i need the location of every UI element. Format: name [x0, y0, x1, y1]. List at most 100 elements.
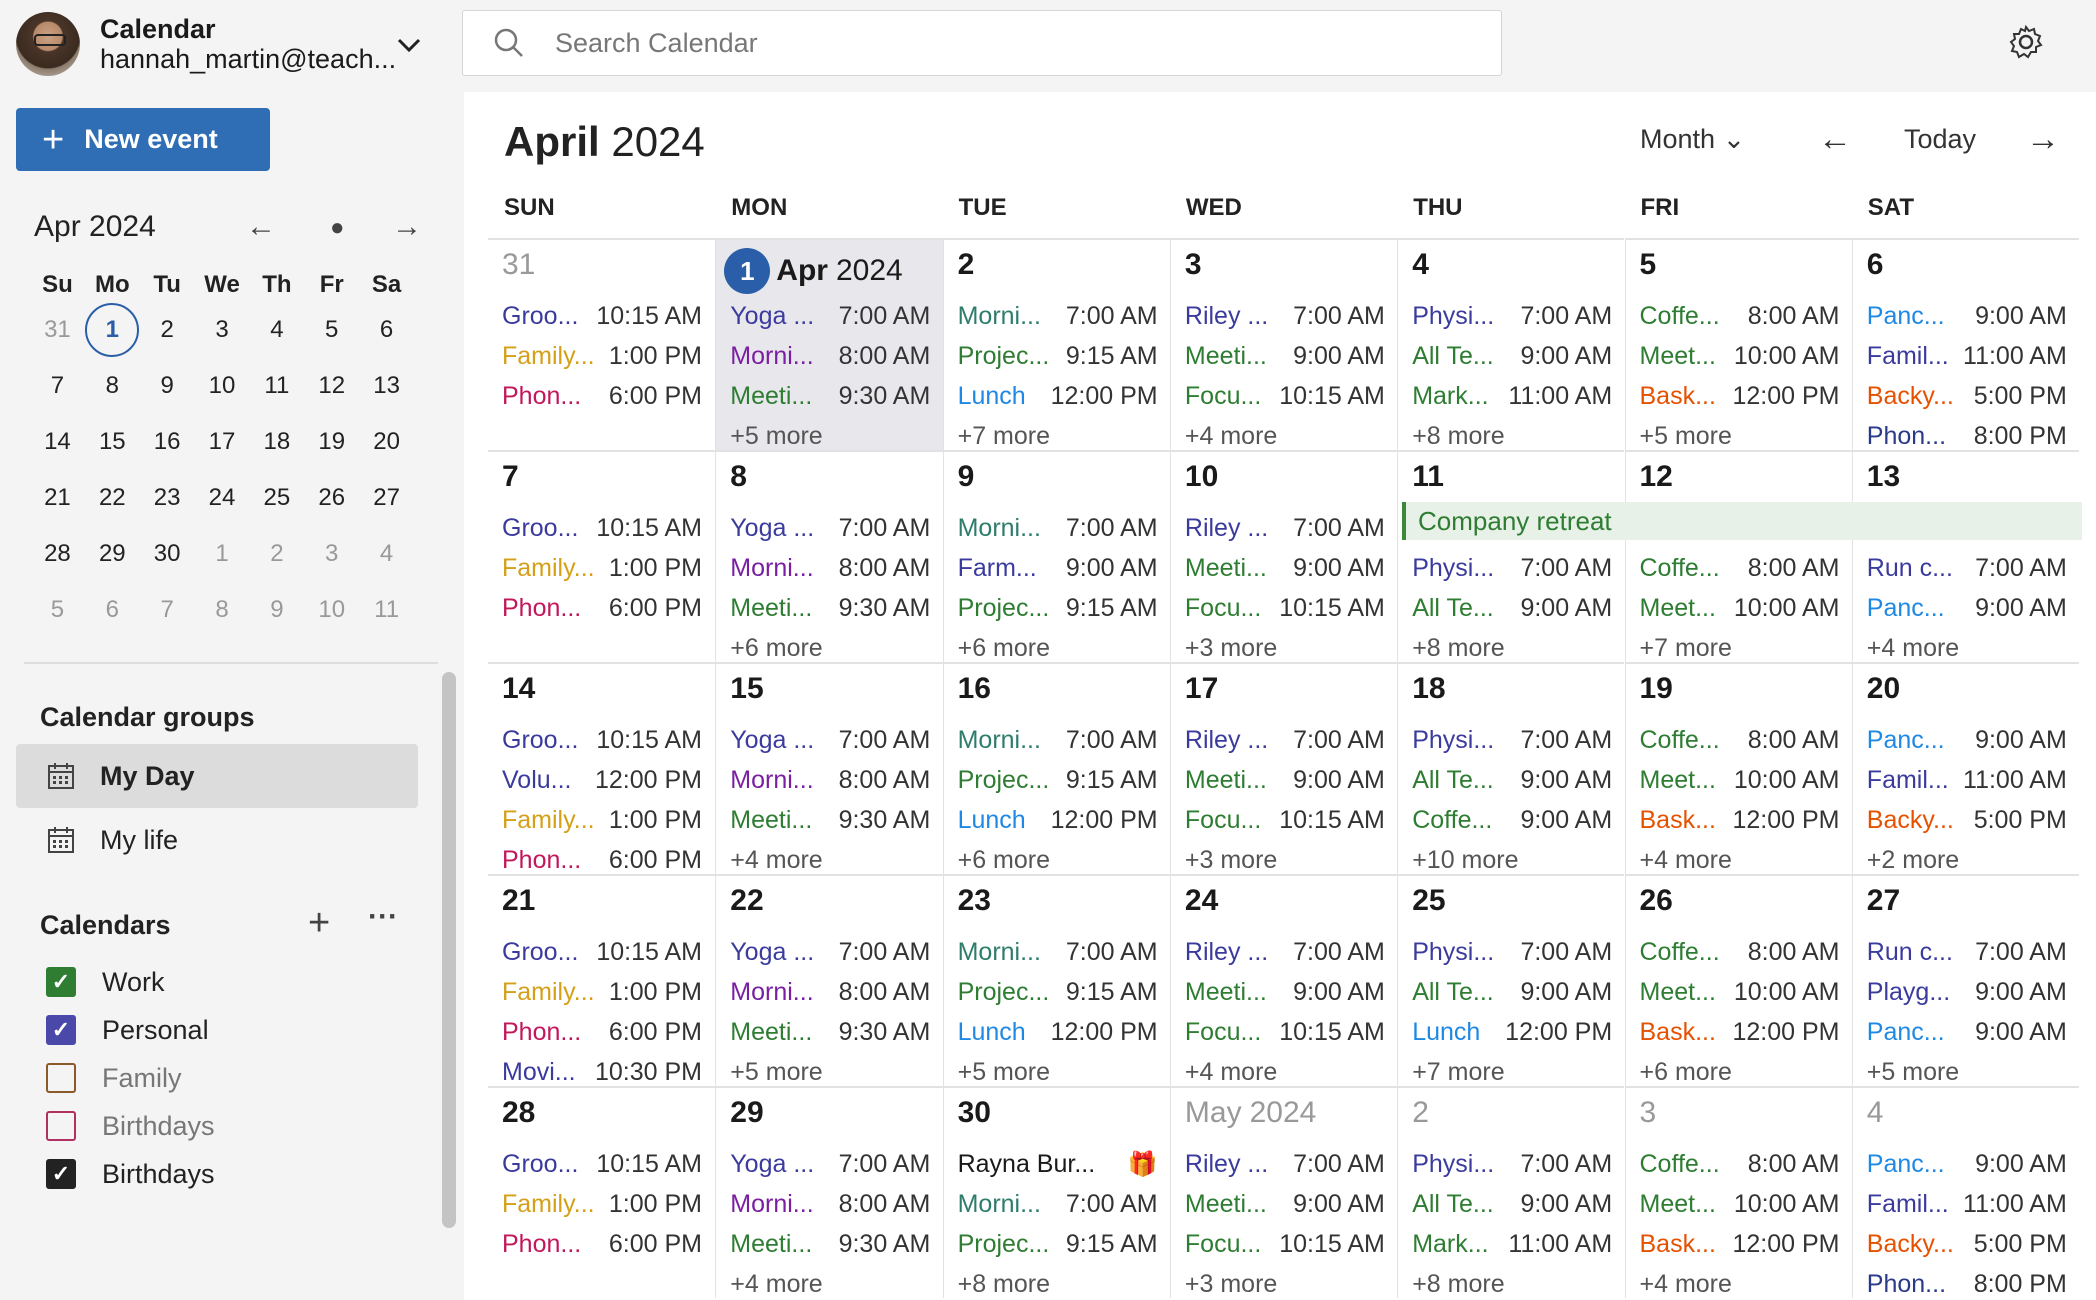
event-item[interactable]: Meeti... 9:00 AM — [1185, 1190, 1385, 1230]
day-cell[interactable]: 4 Physi... 7:00 AM All Te... 9:00 AM Mark... 1… — [1397, 238, 1625, 450]
more-events-link[interactable]: +4 more — [1640, 846, 1732, 874]
more-events-link[interactable]: +4 more — [1185, 1058, 1277, 1086]
event-item[interactable]: Focu... 10:15 AM — [1185, 806, 1385, 846]
mini-day[interactable]: 3 — [304, 540, 359, 568]
event-item[interactable]: Farm... 9:00 AM — [958, 554, 1158, 594]
event-item[interactable]: Backy... 5:00 PM — [1867, 806, 2067, 846]
event-item[interactable]: Morni... 8:00 AM — [730, 554, 930, 594]
mini-day[interactable]: 27 — [359, 484, 414, 512]
day-cell[interactable]: 12 Coffe... 8:00 AM Meet... 10:00 AM +7 more — [1624, 450, 1852, 662]
day-cell[interactable]: 14 Groo... 10:15 AM Volu... 12:00 PM Family..… — [488, 662, 716, 874]
mini-day[interactable]: 11 — [249, 372, 304, 400]
event-item[interactable]: Meeti... 9:30 AM — [730, 382, 930, 422]
mini-day[interactable]: 14 — [30, 428, 85, 456]
event-item[interactable]: Morni... 7:00 AM — [958, 938, 1158, 978]
event-item[interactable]: All Te... 9:00 AM — [1412, 978, 1612, 1018]
event-item[interactable]: Famil... 11:00 AM — [1867, 1190, 2067, 1230]
day-cell[interactable]: 3 Coffe... 8:00 AM Meet... 10:00 AM Bask... 12… — [1624, 1086, 1852, 1298]
event-item[interactable]: Bask... 12:00 PM — [1640, 382, 1840, 422]
company-retreat-event[interactable]: Company retreat — [1402, 502, 2082, 540]
day-cell[interactable]: 2 Morni... 7:00 AM Projec... 9:15 AM Lunch 12:… — [942, 238, 1170, 450]
next-month-arrow-icon[interactable]: → — [2026, 120, 2060, 159]
event-item[interactable]: Meeti... 9:00 AM — [1185, 342, 1385, 382]
mini-day[interactable]: 22 — [85, 484, 140, 512]
mini-day[interactable]: 1 — [85, 303, 140, 357]
checkbox[interactable] — [46, 1111, 76, 1141]
mini-day[interactable]: 6 — [85, 596, 140, 624]
event-item[interactable]: Projec... 9:15 AM — [958, 594, 1158, 634]
event-item[interactable]: All Te... 9:00 AM — [1412, 342, 1612, 382]
event-item[interactable]: Focu... 10:15 AM — [1185, 382, 1385, 422]
event-item[interactable]: Famil... 11:00 AM — [1867, 342, 2067, 382]
event-item[interactable]: Mark... 11:00 AM — [1412, 1230, 1612, 1270]
event-item[interactable]: Phon... 6:00 PM — [502, 846, 702, 874]
event-item[interactable]: Morni... 8:00 AM — [730, 342, 930, 382]
checkbox[interactable]: ✓ — [46, 1015, 76, 1045]
day-cell[interactable]: 29 Yoga ... 7:00 AM Morni... 8:00 AM Meeti...… — [715, 1086, 943, 1298]
group-my-life[interactable]: My life — [16, 808, 418, 872]
day-cell[interactable]: 23 Morni... 7:00 AM Projec... 9:15 AM Lunch 12… — [942, 874, 1170, 1086]
mini-day[interactable]: 3 — [195, 316, 250, 344]
mini-day[interactable]: 29 — [85, 540, 140, 568]
day-cell[interactable]: 1 Apr 2024 Yoga ... 7:00 AM Morni... 8:00 AM Me… — [715, 238, 943, 450]
day-cell[interactable]: 18 Physi... 7:00 AM All Te... 9:00 AM Coffe..… — [1397, 662, 1625, 874]
day-cell[interactable]: 21 Groo... 10:15 AM Family... 1:00 PM Phon...… — [488, 874, 716, 1086]
more-events-link[interactable]: +10 more — [1412, 846, 1518, 874]
mini-day[interactable]: 30 — [140, 540, 195, 568]
mini-day[interactable]: 6 — [359, 316, 414, 344]
mini-day[interactable]: 17 — [195, 428, 250, 456]
more-events-link[interactable]: +7 more — [1640, 634, 1732, 662]
more-events-link[interactable]: +7 more — [1412, 1058, 1504, 1086]
calendar-item[interactable]: ✓ Personal — [46, 1010, 209, 1050]
event-item[interactable]: Riley ... 7:00 AM — [1185, 302, 1385, 342]
event-item[interactable]: Groo... 10:15 AM — [502, 1150, 702, 1190]
more-events-link[interactable]: +5 more — [730, 422, 822, 450]
mini-next-arrow-icon[interactable]: → — [392, 210, 422, 244]
event-item[interactable]: Physi... 7:00 AM — [1412, 302, 1612, 342]
event-item[interactable]: Lunch 12:00 PM — [1412, 1018, 1612, 1058]
mini-day[interactable]: 7 — [140, 596, 195, 624]
mini-day[interactable]: 2 — [249, 540, 304, 568]
mini-day[interactable]: 13 — [359, 372, 414, 400]
event-item[interactable]: Projec... 9:15 AM — [958, 978, 1158, 1018]
event-item[interactable]: Mark... 11:00 AM — [1412, 382, 1612, 422]
day-cell[interactable]: 8 Yoga ... 7:00 AM Morni... 8:00 AM Meeti... 9… — [715, 450, 943, 662]
more-events-link[interactable]: +6 more — [958, 846, 1050, 874]
event-item[interactable]: Focu... 10:15 AM — [1185, 1018, 1385, 1058]
mini-prev-arrow-icon[interactable]: ← — [246, 210, 276, 244]
more-events-link[interactable]: +5 more — [730, 1058, 822, 1086]
event-item[interactable]: Family... 1:00 PM — [502, 554, 702, 594]
event-item[interactable]: Meeti... 9:00 AM — [1185, 978, 1385, 1018]
more-events-link[interactable]: +8 more — [958, 1270, 1050, 1298]
mini-day[interactable]: 11 — [359, 596, 414, 624]
more-events-link[interactable]: +2 more — [1867, 846, 1959, 874]
event-item[interactable]: Panc... 9:00 AM — [1867, 726, 2067, 766]
event-item[interactable]: Coffe... 8:00 AM — [1640, 726, 1840, 766]
mini-day[interactable]: 10 — [304, 596, 359, 624]
event-item[interactable]: Groo... 10:15 AM — [502, 726, 702, 766]
event-item[interactable]: Focu... 10:15 AM — [1185, 594, 1385, 634]
mini-day[interactable]: 12 — [304, 372, 359, 400]
event-item[interactable]: Family... 1:00 PM — [502, 978, 702, 1018]
day-cell[interactable]: 11 Physi... 7:00 AM All Te... 9:00 AM +8 more — [1397, 450, 1625, 662]
event-item[interactable]: Phon... 6:00 PM — [502, 1018, 702, 1058]
calendar-item[interactable]: ✓ Work — [46, 962, 165, 1002]
event-item[interactable]: Morni... 8:00 AM — [730, 978, 930, 1018]
event-item[interactable]: Focu... 10:15 AM — [1185, 1230, 1385, 1270]
mini-day[interactable]: 19 — [304, 428, 359, 456]
event-item[interactable]: Backy... 5:00 PM — [1867, 382, 2067, 422]
event-item[interactable]: Projec... 9:15 AM — [958, 766, 1158, 806]
gear-icon[interactable] — [2008, 24, 2044, 60]
more-events-link[interactable]: +5 more — [1640, 422, 1732, 450]
day-cell[interactable]: 20 Panc... 9:00 AM Famil... 11:00 AM Backy...… — [1851, 662, 2080, 874]
day-cell[interactable]: 28 Groo... 10:15 AM Family... 1:00 PM Phon...… — [488, 1086, 716, 1298]
day-cell[interactable]: 4 Panc... 9:00 AM Famil... 11:00 AM Backy... 5… — [1851, 1086, 2080, 1298]
more-events-link[interactable]: +8 more — [1412, 1270, 1504, 1298]
mini-day[interactable]: 16 — [140, 428, 195, 456]
mini-day[interactable]: 9 — [140, 372, 195, 400]
day-cell[interactable]: 9 Morni... 7:00 AM Farm... 9:00 AM Projec... 9… — [942, 450, 1170, 662]
event-item[interactable]: Morni... 8:00 AM — [730, 766, 930, 806]
more-events-link[interactable]: +3 more — [1185, 846, 1277, 874]
add-calendar-plus-icon[interactable]: + — [308, 902, 330, 945]
chevron-down-icon[interactable] — [394, 30, 424, 60]
